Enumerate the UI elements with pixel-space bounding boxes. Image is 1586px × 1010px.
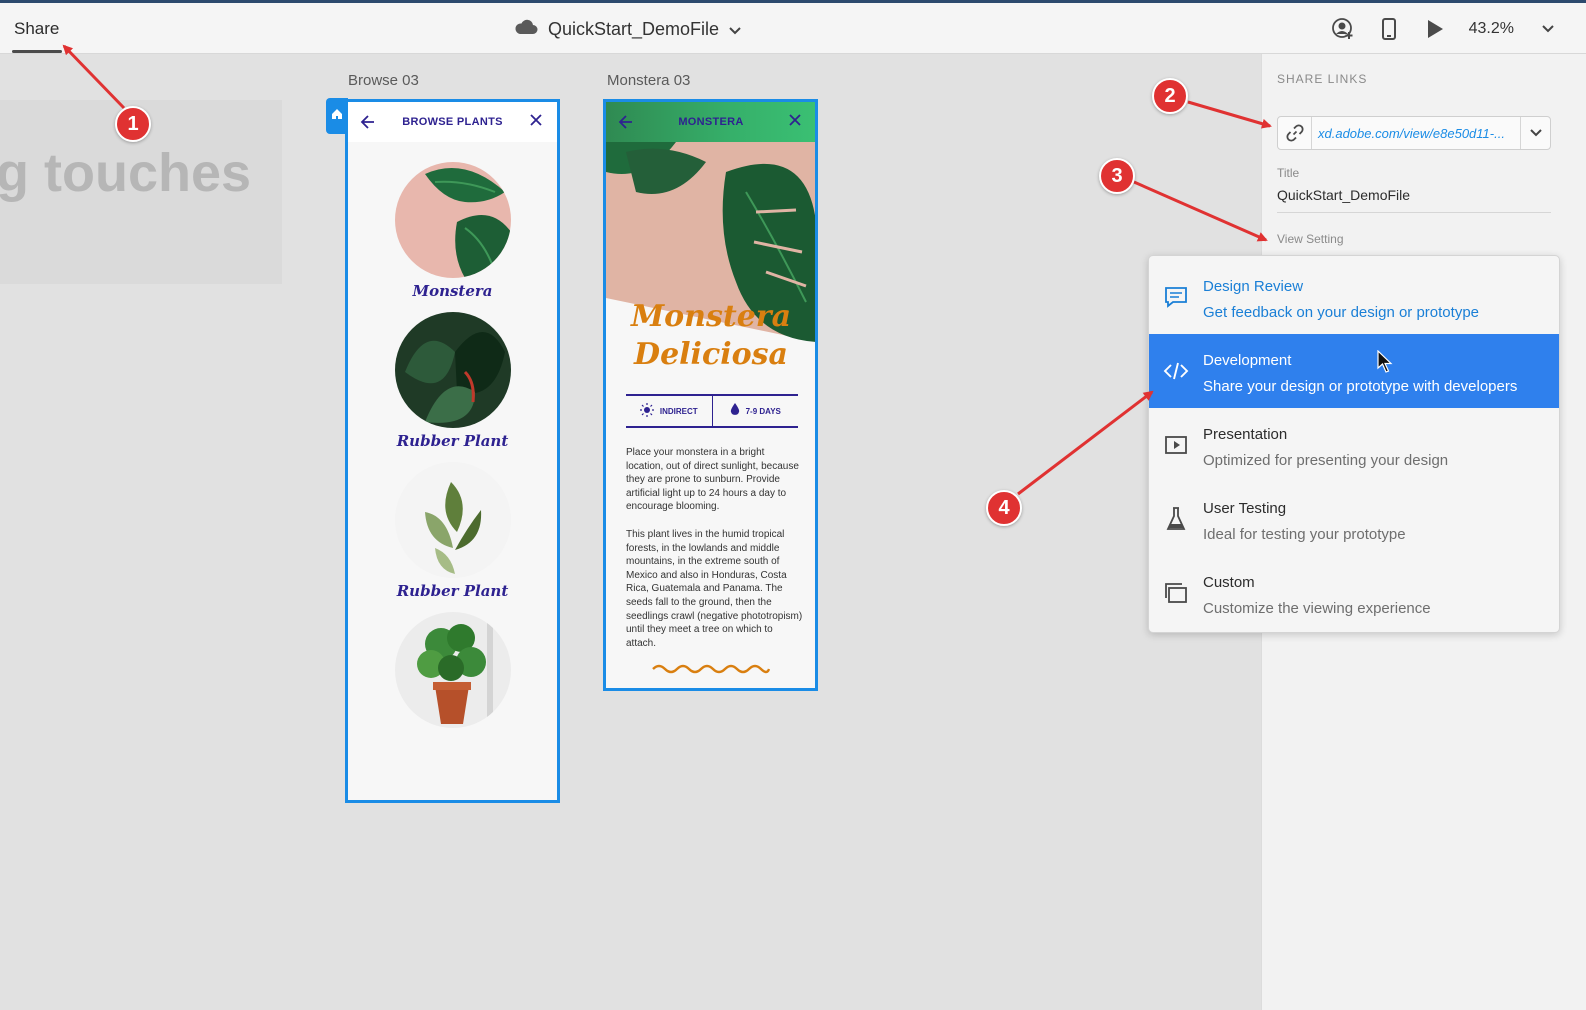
option-development[interactable]: Development Share your design or prototy… xyxy=(1149,334,1559,408)
zoom-level[interactable]: 43.2% xyxy=(1469,20,1514,38)
top-bar: Share QuickStart_DemoFile 43.2% xyxy=(0,0,1586,54)
share-links-heading: SHARE LINKS xyxy=(1277,72,1368,86)
link-icon[interactable] xyxy=(1278,117,1312,149)
option-presentation[interactable]: Presentation Optimized for presenting yo… xyxy=(1149,408,1559,482)
play-icon[interactable] xyxy=(1423,17,1447,41)
plant-card[interactable]: Monstera xyxy=(348,162,557,312)
cloud-icon xyxy=(514,19,538,40)
option-subtitle: Customize the viewing experience xyxy=(1203,600,1431,617)
invite-user-icon[interactable] xyxy=(1331,17,1355,41)
plant-card[interactable]: Rubber Plant xyxy=(348,462,557,612)
care-stats: INDIRECT 7-9 DAYS xyxy=(626,394,798,428)
document-title: QuickStart_DemoFile xyxy=(548,19,720,39)
monstera-header: MONSTERA xyxy=(606,102,815,142)
title-label: Title xyxy=(1277,166,1300,180)
option-subtitle: Optimized for presenting your design xyxy=(1203,452,1449,469)
offscreen-artboard-text: g touches xyxy=(0,143,252,203)
option-subtitle: Share your design or prototype with deve… xyxy=(1203,378,1518,395)
wave-divider xyxy=(652,662,771,681)
monstera-title: Monstera Deliciosa xyxy=(606,298,815,374)
monstera-plant-image xyxy=(394,162,511,278)
option-user-testing[interactable]: User Testing Ideal for testing your prot… xyxy=(1149,482,1559,556)
comment-icon xyxy=(1163,284,1189,310)
chevron-down-icon xyxy=(729,19,741,40)
description-paragraph: Place your monstera in a bright location… xyxy=(626,447,799,513)
title-input[interactable]: QuickStart_DemoFile xyxy=(1277,187,1551,213)
option-title: Custom xyxy=(1203,574,1255,591)
back-arrow-icon[interactable] xyxy=(360,112,376,132)
annotation-marker: 1 xyxy=(115,106,151,142)
artboard-label-monstera[interactable]: Monstera 03 xyxy=(607,72,690,89)
back-arrow-icon[interactable] xyxy=(618,112,634,132)
description-paragraph: This plant lives in the humid tropical f… xyxy=(626,528,803,649)
artboard-browse-plants[interactable]: BROWSE PLANTS Monstera Rubber Plant Rubb… xyxy=(345,99,560,803)
zoom-chevron-down-icon[interactable] xyxy=(1536,17,1560,41)
share-link-field[interactable]: xd.adobe.com/view/e8e50d11-... xyxy=(1277,116,1551,150)
rubber-plant-dark-image xyxy=(394,312,511,428)
browse-header-title: BROWSE PLANTS xyxy=(402,116,503,128)
close-icon[interactable] xyxy=(529,113,545,131)
document-title-menu[interactable]: QuickStart_DemoFile xyxy=(514,19,741,40)
option-subtitle: Get feedback on your design or prototype xyxy=(1203,304,1480,321)
play-screen-icon xyxy=(1163,432,1189,458)
plant-card[interactable]: Rubber Plant xyxy=(348,312,557,462)
water-stat-value: 7-9 DAYS xyxy=(745,406,781,416)
monstera-header-title: MONSTERA xyxy=(678,116,744,128)
annotation-marker: 2 xyxy=(1152,78,1188,114)
share-link-url[interactable]: xd.adobe.com/view/e8e50d11-... xyxy=(1312,126,1520,141)
water-stat: 7-9 DAYS xyxy=(711,396,799,426)
water-drop-icon xyxy=(730,403,740,419)
share-tab[interactable]: Share xyxy=(14,19,59,39)
browse-header: BROWSE PLANTS xyxy=(348,102,557,142)
home-icon xyxy=(331,107,343,125)
plant-name: Rubber Plant xyxy=(396,582,509,600)
light-stat: INDIRECT xyxy=(626,396,712,426)
artboard-label-browse[interactable]: Browse 03 xyxy=(348,72,419,89)
view-setting-label: View Setting xyxy=(1277,232,1344,246)
plant-card[interactable] xyxy=(348,612,557,728)
code-icon xyxy=(1163,358,1189,384)
option-title: Design Review xyxy=(1203,278,1304,295)
option-title: Development xyxy=(1203,352,1292,369)
monstera-title-line1: Monstera xyxy=(630,299,792,334)
mouse-cursor-icon xyxy=(1377,349,1393,379)
option-design-review[interactable]: Design Review Get feedback on your desig… xyxy=(1149,260,1559,334)
layers-icon xyxy=(1163,580,1189,606)
option-title: User Testing xyxy=(1203,500,1287,517)
light-stat-value: INDIRECT xyxy=(659,406,698,416)
potted-plant-image xyxy=(394,612,511,728)
chevron-down-icon[interactable] xyxy=(1520,117,1550,149)
option-custom[interactable]: Custom Customize the viewing experience xyxy=(1149,556,1559,630)
view-setting-dropdown: Design Review Get feedback on your desig… xyxy=(1148,255,1560,633)
flask-icon xyxy=(1163,506,1189,532)
artboard-monstera[interactable]: MONSTERA Monstera Deliciosa INDIRECT 7-9… xyxy=(603,99,818,691)
rubber-plant-light-image xyxy=(394,462,511,578)
device-preview-icon[interactable] xyxy=(1377,17,1401,41)
option-title: Presentation xyxy=(1203,426,1288,443)
share-tab-indicator xyxy=(12,50,62,53)
annotation-marker: 3 xyxy=(1099,158,1135,194)
annotation-marker: 4 xyxy=(986,490,1022,526)
monstera-title-line2: Deliciosa xyxy=(634,337,788,372)
plant-name: Rubber Plant xyxy=(396,432,509,450)
close-icon[interactable] xyxy=(788,113,804,131)
option-subtitle: Ideal for testing your prototype xyxy=(1203,526,1406,543)
sun-icon xyxy=(639,403,654,419)
plant-name: Monstera xyxy=(412,282,493,300)
monstera-description: Place your monstera in a bright location… xyxy=(626,446,804,650)
